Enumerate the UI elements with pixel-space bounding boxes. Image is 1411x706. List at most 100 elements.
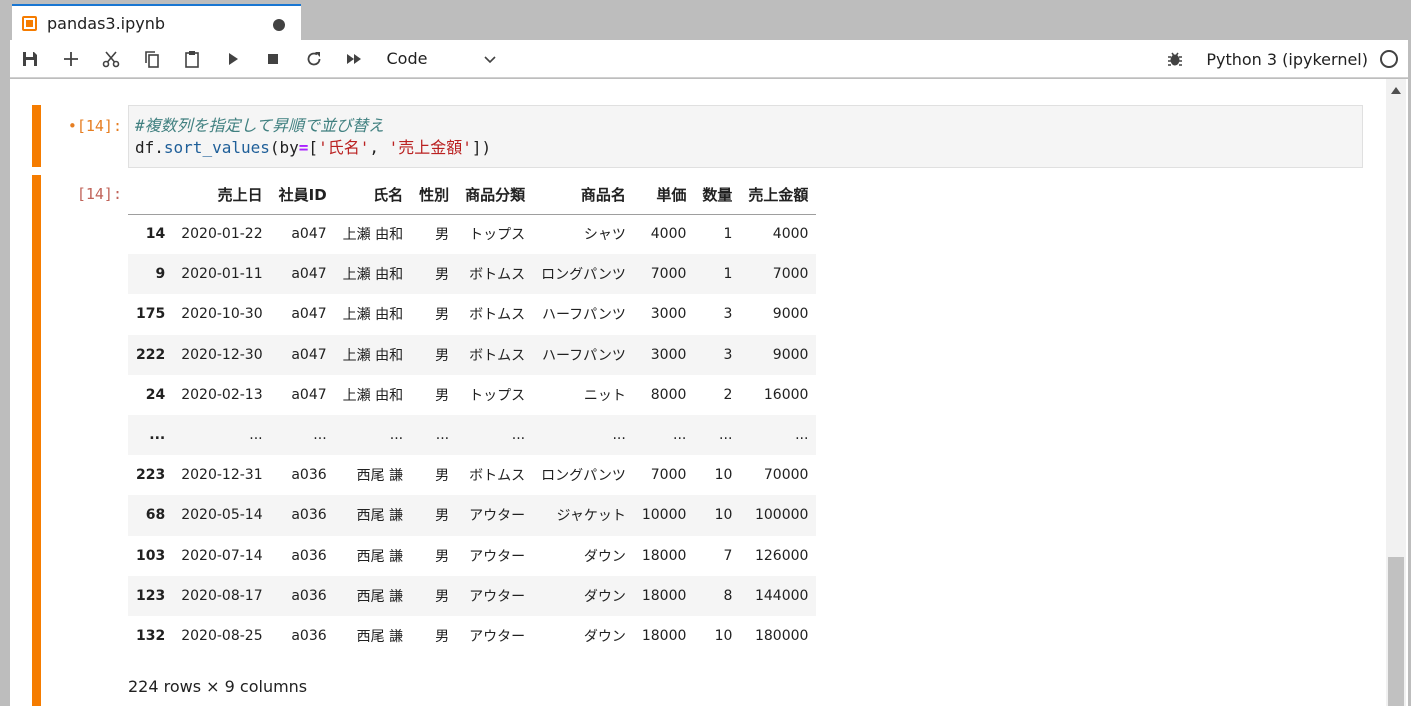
- table-cell: a047: [291, 386, 327, 403]
- scissors-icon: [102, 50, 120, 67]
- table-cell: 3: [723, 306, 733, 323]
- vertical-scrollbar[interactable]: [1386, 79, 1406, 706]
- restart-button[interactable]: [294, 40, 335, 78]
- tab-bar: pandas3.ipynb: [0, 0, 1411, 40]
- row-index: 103: [136, 547, 166, 564]
- code-editor[interactable]: #複数列を指定して昇順で並び替え df.sort_values(by=['氏名'…: [128, 105, 1363, 168]
- table-cell: ニット: [583, 387, 626, 404]
- save-button[interactable]: [10, 40, 51, 78]
- cut-button[interactable]: [91, 40, 132, 78]
- table-cell: 西尾 謙: [356, 468, 404, 485]
- interrupt-button[interactable]: [253, 40, 294, 78]
- paste-button[interactable]: [172, 40, 213, 78]
- table-cell: 10: [714, 627, 733, 644]
- table-cell: ...: [612, 427, 626, 444]
- table-cell: 男: [435, 387, 450, 404]
- row-index: 14: [145, 226, 166, 243]
- notebook-tab[interactable]: pandas3.ipynb: [12, 4, 301, 40]
- row-index: ...: [149, 427, 166, 444]
- index-header: [128, 175, 174, 215]
- table-cell: 2: [723, 386, 733, 403]
- table-cell: 2020-01-11: [181, 266, 263, 283]
- input-prompt: •[14]:: [67, 117, 122, 135]
- table-cell: ロングパンツ: [541, 468, 626, 485]
- table-cell: a047: [291, 266, 327, 283]
- table-cell: 男: [435, 267, 450, 284]
- table-cell: 9000: [772, 346, 809, 363]
- table-row: 223 2020-12-31 a036 西尾 謙 男 ボトムス ロングパンツ 7000 10 70…: [128, 455, 817, 496]
- table-cell: 16000: [763, 386, 809, 403]
- code-token: [: [308, 138, 319, 157]
- table-cell: 2020-05-14: [181, 507, 263, 524]
- table-cell: ハーフパンツ: [541, 307, 626, 324]
- table-cell: 上瀬 由和: [342, 227, 404, 244]
- scroll-up-arrow-icon[interactable]: [1391, 87, 1401, 94]
- table-cell: 西尾 謙: [356, 548, 404, 565]
- row-index: 223: [136, 467, 166, 484]
- row-index: 175: [136, 306, 166, 323]
- run-all-button[interactable]: [334, 40, 375, 78]
- table-cell: 2020-02-13: [181, 386, 263, 403]
- kernel-status: Python 3 (ipykernel): [1166, 40, 1408, 78]
- table-cell: 10000: [641, 507, 687, 524]
- table-cell: a036: [291, 507, 327, 524]
- table-cell: ボトムス: [469, 347, 526, 364]
- scrollbar-thumb[interactable]: [1388, 557, 1404, 706]
- row-count-info: 224 rows × 9 columns: [128, 677, 308, 696]
- unsaved-indicator-icon[interactable]: [273, 19, 285, 31]
- table-cell: 男: [435, 227, 450, 244]
- table-cell: シャツ: [583, 227, 626, 244]
- table-cell: 男: [435, 468, 450, 485]
- debugger-bug-icon[interactable]: [1166, 50, 1184, 68]
- table-cell: アウター: [469, 508, 526, 525]
- table-cell: 上瀬 由和: [342, 267, 404, 284]
- table-cell: 2020-10-30: [181, 306, 263, 323]
- table-cell: ...: [795, 427, 809, 444]
- notebook-panel[interactable]: •[14]: #複数列を指定して昇順で並び替え df.sort_values(b…: [10, 79, 1408, 706]
- table-cell: 18000: [641, 627, 687, 644]
- table-row: 175 2020-10-30 a047 上瀬 由和 男 ボトムス ハーフパンツ 3000 3 90…: [128, 294, 817, 335]
- copy-button[interactable]: [132, 40, 173, 78]
- output-collapser[interactable]: [32, 175, 41, 706]
- dataframe-header: 売上日 社員ID 氏名 性別 商品分類 商品名 単価 数量 売上金額: [128, 175, 817, 215]
- table-cell: 2020-12-31: [181, 467, 263, 484]
- header-row: 売上日 社員ID 氏名 性別 商品分類 商品名 単価 数量 売上金額: [128, 175, 817, 215]
- table-cell: 18000: [641, 547, 687, 564]
- row-index: 68: [145, 507, 166, 524]
- code-line-1: #複数列を指定して昇順で並び替え: [135, 115, 1356, 137]
- insert-cell-button[interactable]: [51, 40, 92, 78]
- table-cell: 2020-12-30: [181, 346, 263, 363]
- row-index: 132: [136, 627, 166, 644]
- code-token: (by: [269, 138, 299, 157]
- table-cell: 2020-07-14: [181, 547, 263, 564]
- save-icon: [23, 51, 38, 66]
- notebook-toolbar: Code Python 3 (ipykernel): [10, 40, 1408, 78]
- cell-type-select[interactable]: Code: [387, 49, 497, 68]
- column-header: 売上日: [173, 175, 271, 215]
- notebook-icon: [22, 15, 37, 31]
- dataframe-table: 売上日 社員ID 氏名 性別 商品分類 商品名 単価 数量 売上金額 14 2020-01-22 a…: [128, 175, 817, 657]
- code-string: '氏名': [318, 138, 370, 157]
- kernel-name[interactable]: Python 3 (ipykernel): [1206, 50, 1368, 69]
- cell-type-label: Code: [386, 49, 428, 68]
- clipboard-icon: [185, 50, 200, 68]
- table-cell: ダウン: [583, 548, 626, 565]
- run-button[interactable]: [213, 40, 254, 78]
- table-cell: ...: [435, 427, 450, 444]
- table-cell: a036: [291, 627, 327, 644]
- table-cell: 3000: [650, 346, 687, 363]
- table-cell: ハーフパンツ: [541, 347, 626, 364]
- input-collapser[interactable]: [32, 105, 41, 167]
- stop-icon: [268, 53, 279, 64]
- table-cell: 7: [723, 547, 733, 564]
- table-cell: 4000: [772, 226, 809, 243]
- table-cell: 10: [714, 467, 733, 484]
- play-icon: [228, 52, 238, 65]
- table-cell: 西尾 謙: [356, 628, 404, 645]
- column-header: 社員ID: [270, 175, 335, 215]
- row-index: 9: [155, 266, 166, 283]
- table-cell: 男: [435, 508, 450, 525]
- table-cell: 18000: [641, 587, 687, 604]
- table-cell: アウター: [469, 548, 526, 565]
- code-string: '売上金額': [388, 138, 472, 157]
